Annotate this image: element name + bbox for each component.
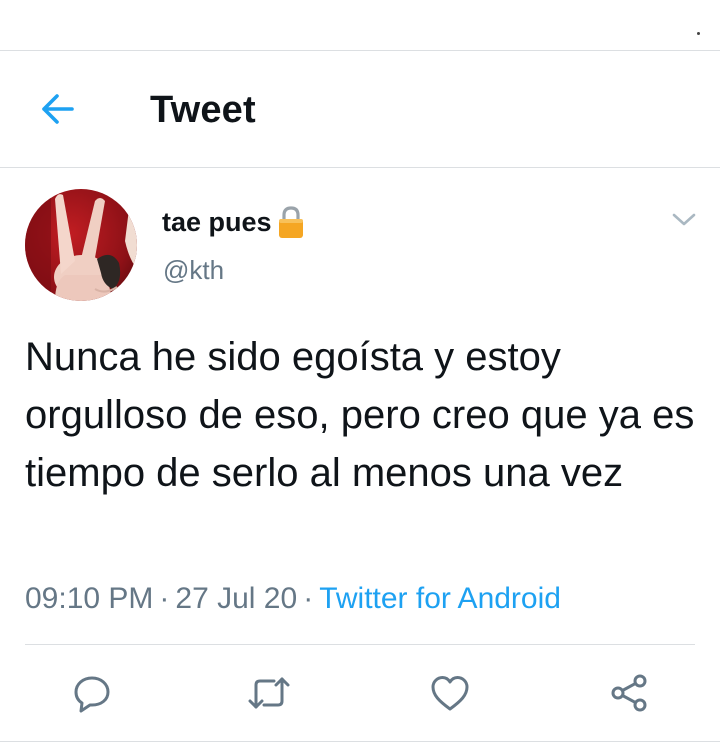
share-button[interactable] — [603, 667, 655, 719]
tweet-text: Nunca he sido egoísta y estoy orgulloso … — [25, 335, 695, 495]
retweet-button[interactable] — [243, 667, 295, 719]
tweet-metadata: 09:10 PM · 27 Jul 20 · Twitter for Android — [25, 578, 561, 620]
chevron-down-icon — [672, 213, 696, 226]
divider — [0, 167, 720, 168]
share-icon — [611, 674, 647, 712]
tweet-time: 09:10 PM — [25, 582, 154, 615]
more-options-button[interactable] — [664, 202, 704, 238]
back-button[interactable] — [28, 81, 88, 137]
reply-button[interactable] — [66, 667, 118, 719]
arrow-left-icon — [42, 94, 74, 124]
divider — [0, 741, 720, 742]
divider — [25, 644, 695, 645]
tweet-actions-bar — [0, 655, 720, 730]
heart-icon — [431, 676, 469, 711]
lock-icon — [278, 206, 303, 238]
display-name-text: tae pues — [162, 207, 272, 237]
user-handle[interactable]: @kth — [163, 252, 224, 288]
peace-sign-hand-avatar — [25, 189, 137, 301]
meta-separator: · — [303, 582, 314, 615]
top-app-bar: Tweet — [0, 51, 720, 167]
display-name[interactable]: tae pues — [162, 202, 306, 242]
status-bar — [0, 0, 720, 50]
status-indicator-dot — [697, 32, 700, 35]
meta-separator: · — [159, 582, 170, 615]
like-button[interactable] — [424, 667, 476, 719]
reply-icon — [74, 676, 110, 713]
tweet-source-link[interactable]: Twitter for Android — [319, 582, 561, 615]
page-title: Tweet — [150, 89, 256, 131]
tweet-detail-screen: Tweet tae pues @kth Nunca he sido egoíst… — [0, 0, 720, 754]
tweet-date: 27 Jul 20 — [175, 582, 298, 615]
avatar[interactable] — [25, 189, 137, 301]
retweet-icon — [248, 677, 290, 709]
